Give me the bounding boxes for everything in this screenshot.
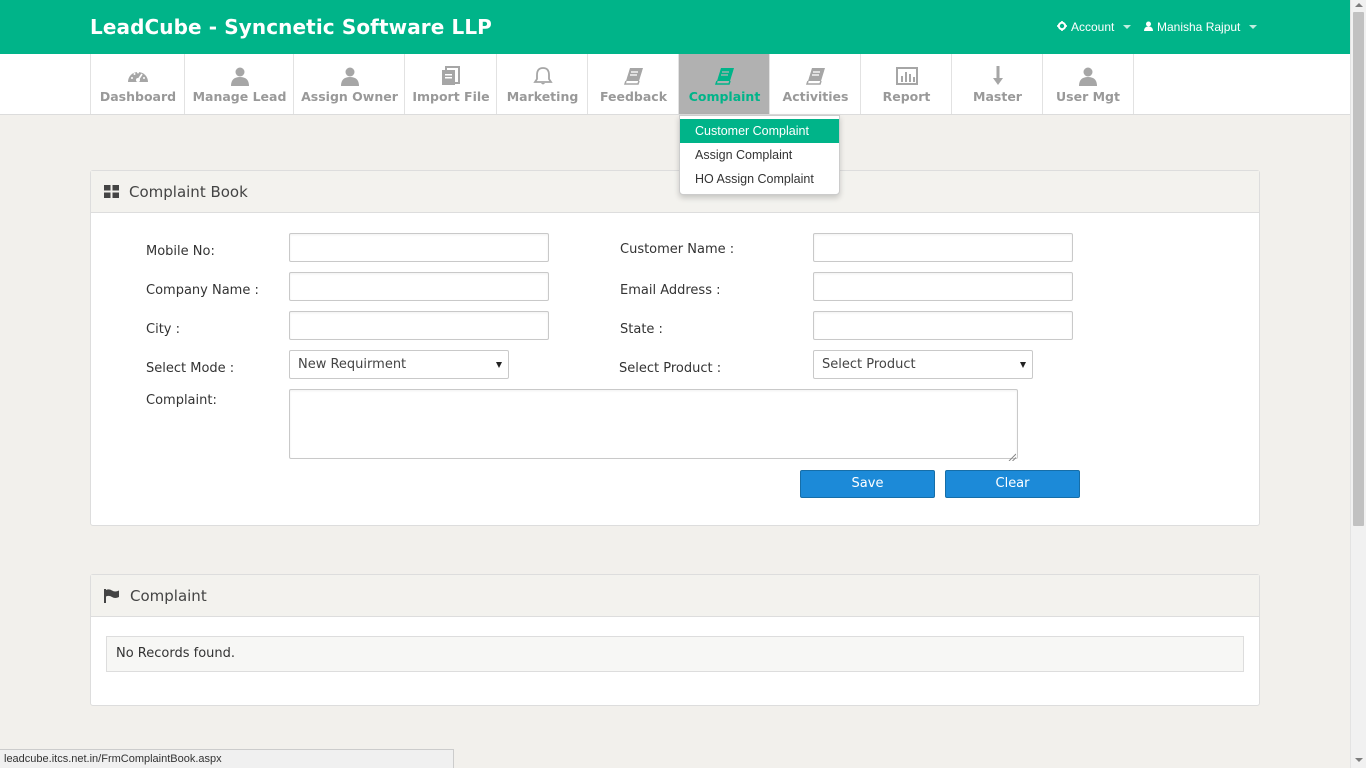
account-menu[interactable]: Account [1057, 20, 1132, 34]
user-icon [230, 65, 249, 87]
nav-complaint[interactable]: Complaint [678, 54, 770, 114]
panel-header: Complaint [91, 575, 1259, 617]
book-icon [714, 65, 735, 87]
city-label: City : [146, 322, 180, 337]
nav-dashboard[interactable]: Dashboard [90, 54, 185, 114]
nav-label: Activities [782, 89, 849, 104]
user-name: Manisha Rajput [1157, 20, 1241, 34]
nav-label: Master [973, 89, 1022, 104]
complaint-list-panel: Complaint No Records found. [90, 574, 1260, 706]
panel-header: Complaint Book [91, 171, 1259, 213]
product-select[interactable]: Select Product [813, 350, 1033, 379]
nav-label: Feedback [599, 89, 668, 104]
dashboard-icon [127, 65, 149, 87]
nav-label: Report [882, 89, 931, 104]
city-input[interactable] [289, 311, 549, 340]
gear-icon [1057, 20, 1067, 34]
vertical-scrollbar[interactable] [1350, 0, 1366, 768]
mode-select-value: New Requirment [298, 357, 407, 372]
main-nav: Dashboard Manage Lead Assign Owner Impor… [0, 54, 1350, 115]
files-icon [441, 65, 461, 87]
nav-label: Manage Lead [192, 89, 287, 104]
mode-select[interactable]: New Requirment [289, 350, 509, 379]
nav-label: Assign Owner [301, 89, 398, 104]
nav-assign-owner[interactable]: Assign Owner [293, 54, 405, 114]
grid-icon [104, 185, 119, 198]
mobile-label: Mobile No: [146, 244, 215, 259]
caret-down-icon [496, 362, 502, 368]
clear-button[interactable]: Clear [945, 470, 1080, 498]
flag-icon [104, 588, 120, 603]
company-name-label: Company Name : [146, 283, 259, 298]
email-label: Email Address : [620, 283, 721, 298]
state-label: State : [620, 322, 663, 337]
panel-title: Complaint Book [129, 182, 248, 201]
chevron-down-icon [1249, 25, 1258, 29]
arrow-down-icon [992, 65, 1003, 87]
complaint-textarea[interactable] [289, 389, 1018, 462]
company-name-input[interactable] [289, 272, 549, 301]
nav-activities[interactable]: Activities [769, 54, 861, 114]
book-icon [623, 65, 644, 87]
scroll-down-icon[interactable] [1355, 758, 1363, 762]
menu-item-ho-assign-complaint[interactable]: HO Assign Complaint [680, 167, 839, 191]
bell-icon [532, 65, 553, 87]
state-input[interactable] [813, 311, 1073, 340]
nav-report[interactable]: Report [860, 54, 952, 114]
nav-label: Dashboard [99, 89, 177, 104]
nav-master[interactable]: Master [951, 54, 1043, 114]
customer-name-input[interactable] [813, 233, 1073, 262]
scroll-up-icon[interactable] [1355, 3, 1363, 7]
nav-feedback[interactable]: Feedback [587, 54, 679, 114]
menu-item-assign-complaint[interactable]: Assign Complaint [680, 143, 839, 167]
customer-name-label: Customer Name : [620, 242, 735, 257]
caret-down-icon [1020, 362, 1026, 368]
complaint-dropdown-menu: Customer Complaint Assign Complaint HO A… [679, 115, 840, 195]
mode-label: Select Mode : [146, 361, 235, 376]
top-header: LeadCube - Syncnetic Software LLP Accoun… [0, 0, 1350, 54]
account-label: Account [1071, 20, 1115, 34]
complaint-book-panel: Complaint Book Mobile No: Customer Name … [90, 170, 1260, 526]
user-icon [340, 65, 359, 87]
nav-label: User Mgt [1056, 89, 1120, 104]
complaint-label: Complaint: [146, 393, 217, 408]
status-bar-url: leadcube.itcs.net.in/FrmComplaintBook.as… [0, 749, 454, 768]
chevron-down-icon [1123, 25, 1132, 29]
nav-user-mgt[interactable]: User Mgt [1042, 54, 1134, 114]
menu-item-customer-complaint[interactable]: Customer Complaint [680, 119, 839, 143]
scrollbar-thumb[interactable] [1353, 12, 1364, 526]
product-label: Select Product : [619, 361, 722, 376]
user-icon [1079, 65, 1097, 87]
user-icon [1144, 20, 1153, 34]
mobile-input[interactable] [289, 233, 549, 262]
book-icon [805, 65, 826, 87]
save-button[interactable]: Save [800, 470, 935, 498]
resize-handle-icon[interactable] [1008, 449, 1017, 462]
nav-label: Complaint [688, 89, 761, 104]
nav-marketing[interactable]: Marketing [496, 54, 588, 114]
email-input[interactable] [813, 272, 1073, 301]
bar-chart-icon [895, 65, 918, 87]
nav-manage-lead[interactable]: Manage Lead [184, 54, 294, 114]
nav-label: Import File [412, 89, 490, 104]
panel-title: Complaint [130, 586, 207, 605]
nav-label: Marketing [506, 89, 579, 104]
empty-state-message: No Records found. [106, 636, 1244, 672]
product-select-value: Select Product [822, 357, 916, 372]
nav-import-file[interactable]: Import File [404, 54, 497, 114]
app-brand[interactable]: LeadCube - Syncnetic Software LLP [90, 15, 492, 39]
user-menu[interactable]: Manisha Rajput [1144, 20, 1258, 34]
